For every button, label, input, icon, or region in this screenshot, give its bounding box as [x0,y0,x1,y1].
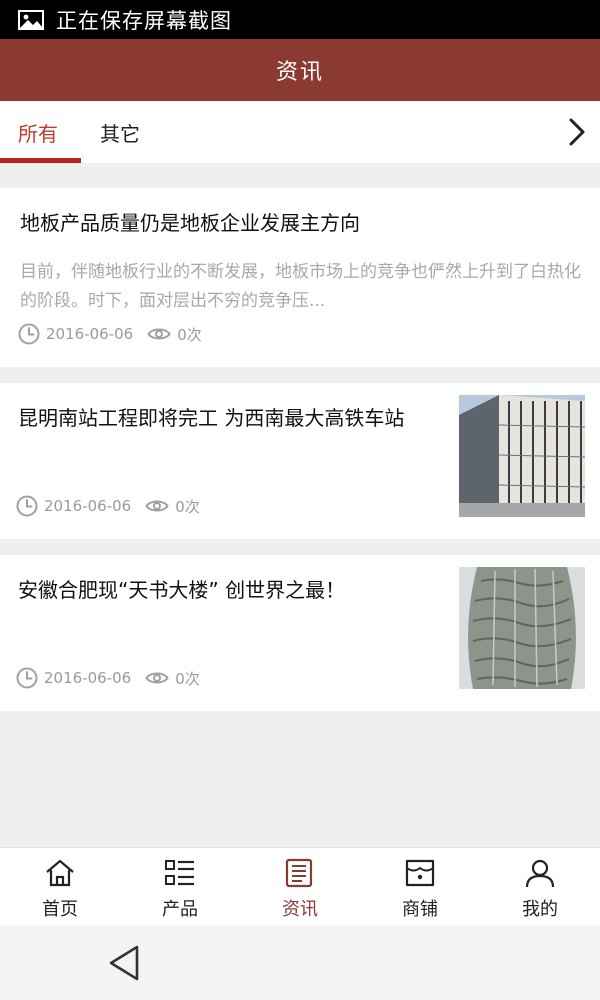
tab-other[interactable]: 其它 [100,101,140,163]
nav-news[interactable]: 资讯 [240,848,360,926]
nav-label: 产品 [162,899,198,920]
news-date: 2016-06-06 [44,669,132,687]
list-icon [165,860,194,886]
home-icon [46,859,74,887]
tab-all[interactable]: 所有 [18,101,58,163]
nav-me[interactable]: 我的 [480,848,600,926]
news-meta: 2016-06-06 0次 [16,667,200,689]
active-tab-indicator [0,158,81,163]
eye-icon [145,672,169,684]
news-meta: 2016-06-06 0次 [18,323,202,345]
news-icon [285,858,313,888]
news-item[interactable]: 昆明南站工程即将完工 为西南最大高铁车站 2016-06-06 0次 [0,383,600,539]
status-text: 正在保存屏幕截图 [56,8,232,33]
header-bar: 资讯 [0,39,600,101]
clock-icon [16,667,38,689]
news-summary: 目前，伴随地板行业的不断发展，地板市场上的竞争也俨然上升到了白热化的阶段。时下，… [20,262,581,311]
status-bar: 正在保存屏幕截图 [0,0,600,39]
news-title[interactable]: 地板产品质量仍是地板企业发展主方向 [20,210,580,236]
clock-icon [16,495,38,517]
system-nav-bar [0,925,600,1000]
page-title: 资讯 [275,60,324,85]
news-views: 0次 [175,669,200,688]
news-thumbnail[interactable] [459,395,585,517]
news-views: 0次 [175,497,200,516]
category-tabs: 所有 其它 [0,101,600,163]
nav-label: 我的 [522,899,558,920]
back-icon[interactable] [107,943,143,983]
user-icon [525,859,555,888]
nav-label: 商铺 [402,899,438,920]
news-title[interactable]: 昆明南站工程即将完工 为西南最大高铁车站 [18,405,438,431]
app-screen: 正在保存屏幕截图 资讯 所有 其它 地板产品质量仍是地板企业发展主方向 目前，伴… [0,0,600,1000]
eye-icon [147,328,171,340]
news-date: 2016-06-06 [44,497,132,515]
nav-home[interactable]: 首页 [0,848,120,926]
news-item[interactable]: 安徽合肥现“天书大楼” 创世界之最！ 2016-06-06 0次 [0,555,600,711]
clock-icon [18,323,40,345]
news-views: 0次 [177,325,202,344]
news-item[interactable]: 地板产品质量仍是地板企业发展主方向 目前，伴随地板行业的不断发展，地板市场上的竞… [0,188,600,367]
nav-label: 首页 [42,899,78,920]
nav-products[interactable]: 产品 [120,848,240,926]
eye-icon [145,500,169,512]
news-thumbnail[interactable] [459,567,585,689]
image-icon [18,9,44,30]
news-title[interactable]: 安徽合肥现“天书大楼” 创世界之最！ [18,577,438,603]
news-date: 2016-06-06 [46,325,134,343]
shop-icon [405,859,435,887]
chevron-right-icon[interactable] [562,115,590,149]
news-meta: 2016-06-06 0次 [16,495,200,517]
nav-shop[interactable]: 商铺 [360,848,480,926]
bottom-nav: 首页 产品 资讯 商铺 我的 [0,847,600,925]
nav-label: 资讯 [282,899,318,920]
